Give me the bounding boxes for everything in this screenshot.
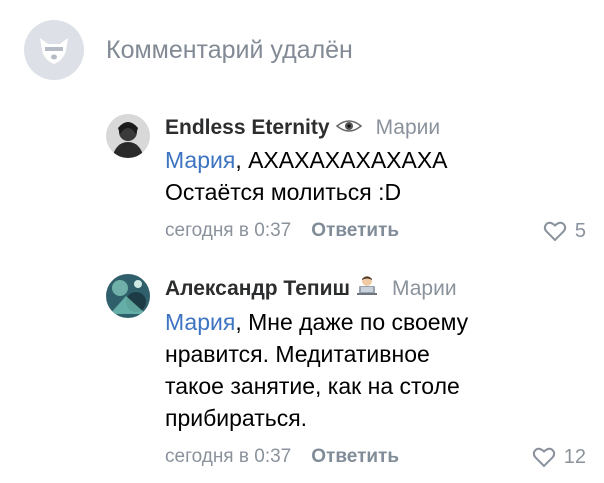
eye-icon	[335, 114, 362, 142]
deleted-user-avatar	[24, 20, 84, 80]
heart-icon	[532, 447, 555, 468]
technologist-icon	[356, 274, 378, 304]
like-count: 5	[574, 220, 586, 242]
reply-button[interactable]: Ответить	[311, 218, 399, 244]
author-name[interactable]: Endless Eternity	[165, 114, 330, 142]
mention-link[interactable]: Мария	[165, 147, 235, 173]
deleted-comment-text: Комментарий удалён	[106, 35, 353, 64]
comment-text: Мария, АХАХАХАХАХАХА Остаётся молиться :…	[165, 147, 448, 205]
reply-to-name[interactable]: Марии	[392, 275, 457, 303]
dog-avatar-icon	[40, 38, 68, 64]
comment-text: Мария, Мне даже по своему нравится. Меди…	[165, 309, 469, 431]
mention-link[interactable]: Мария	[165, 309, 235, 335]
deleted-comment: Комментарий удалён	[24, 20, 353, 80]
author-name[interactable]: Александр Тепиш	[165, 275, 350, 303]
reply-to-name[interactable]: Марии	[376, 114, 441, 142]
like-button[interactable]: 5	[543, 218, 586, 244]
like-count: 12	[563, 446, 586, 468]
comment-time: сегодня в 0:37	[165, 220, 292, 241]
heart-icon	[543, 221, 566, 242]
comment-time: сегодня в 0:37	[165, 446, 292, 467]
avatar[interactable]	[106, 274, 150, 318]
avatar[interactable]	[106, 114, 150, 158]
like-button[interactable]: 12	[532, 444, 586, 470]
reply-button[interactable]: Ответить	[311, 444, 399, 470]
